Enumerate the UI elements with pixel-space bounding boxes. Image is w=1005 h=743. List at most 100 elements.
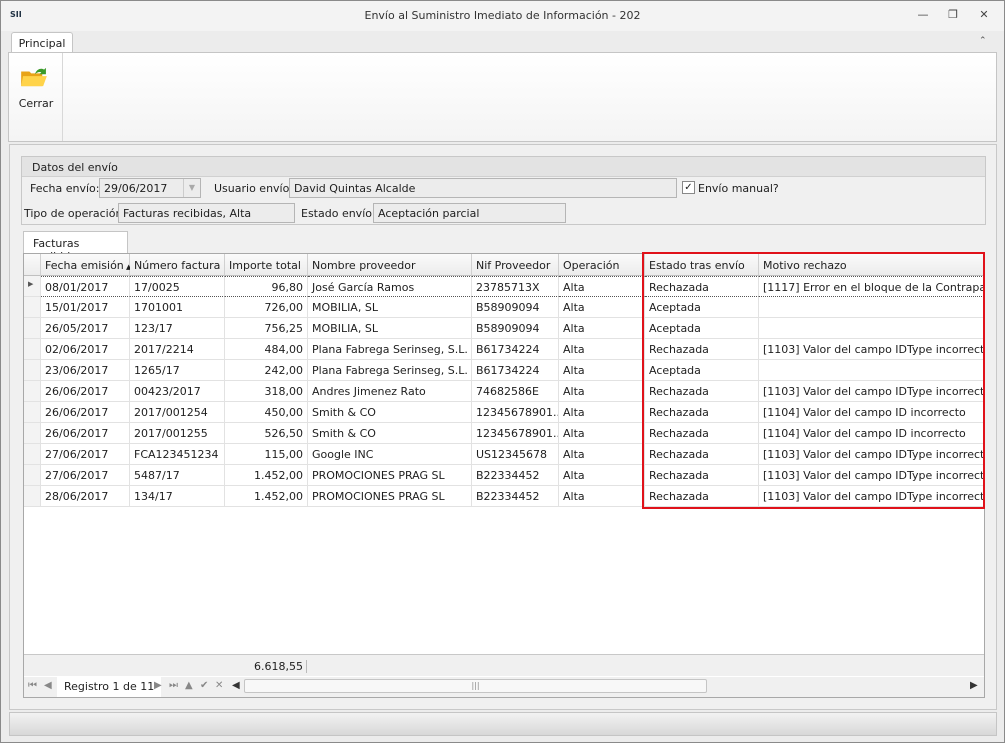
- row-indicator[interactable]: [24, 318, 41, 339]
- cerrar-button[interactable]: Cerrar: [9, 53, 63, 141]
- table-cell[interactable]: 00423/2017: [130, 381, 225, 402]
- table-cell[interactable]: 26/06/2017: [41, 381, 130, 402]
- dropdown-icon[interactable]: ▼: [183, 179, 200, 197]
- scroll-right-button[interactable]: ▶: [970, 680, 978, 691]
- table-cell[interactable]: 27/06/2017: [41, 444, 130, 465]
- row-indicator[interactable]: [24, 381, 41, 402]
- table-cell[interactable]: 2017/2214: [130, 339, 225, 360]
- table-cell[interactable]: 15/01/2017: [41, 297, 130, 318]
- table-cell[interactable]: Plana Fabrega Serinseg, S.L.: [308, 339, 472, 360]
- envio-manual-checkbox[interactable]: ✓: [682, 181, 695, 194]
- close-button[interactable]: ✕: [976, 8, 992, 22]
- collapse-ribbon-icon[interactable]: ⌃: [979, 36, 987, 46]
- scroll-left-button[interactable]: ◀: [232, 680, 240, 691]
- row-indicator[interactable]: ▶: [24, 276, 41, 297]
- table-cell[interactable]: Alta: [559, 444, 645, 465]
- tab-facturas-recibidas[interactable]: Facturas recibidas: [23, 231, 128, 263]
- table-cell[interactable]: 123/17: [130, 318, 225, 339]
- table-cell[interactable]: 17/0025: [130, 276, 225, 297]
- table-cell[interactable]: B61734224: [472, 339, 559, 360]
- row-indicator[interactable]: [24, 402, 41, 423]
- tab-principal[interactable]: Principal: [11, 32, 73, 53]
- table-cell[interactable]: 526,50: [225, 423, 308, 444]
- table-cell[interactable]: 1.452,00: [225, 465, 308, 486]
- usuario-envio-field[interactable]: David Quintas Alcalde: [289, 178, 677, 198]
- table-cell[interactable]: 1701001: [130, 297, 225, 318]
- table-cell[interactable]: Alta: [559, 423, 645, 444]
- estado-envio-field[interactable]: Aceptación parcial: [373, 203, 566, 223]
- table-cell[interactable]: 115,00: [225, 444, 308, 465]
- accept-button[interactable]: ✔: [200, 680, 208, 691]
- table-cell[interactable]: B22334452: [472, 465, 559, 486]
- table-cell[interactable]: 134/17: [130, 486, 225, 507]
- minimize-button[interactable]: —: [915, 8, 931, 22]
- table-cell[interactable]: 26/06/2017: [41, 402, 130, 423]
- table-cell[interactable]: 450,00: [225, 402, 308, 423]
- table-cell[interactable]: FCA123451234: [130, 444, 225, 465]
- column-header[interactable]: Operación: [559, 254, 645, 276]
- table-cell[interactable]: Alta: [559, 318, 645, 339]
- table-cell[interactable]: 1.452,00: [225, 486, 308, 507]
- row-indicator[interactable]: [24, 360, 41, 381]
- table-cell[interactable]: Smith & CO: [308, 402, 472, 423]
- table-cell[interactable]: Alta: [559, 360, 645, 381]
- table-cell[interactable]: Alta: [559, 339, 645, 360]
- table-cell[interactable]: US12345678: [472, 444, 559, 465]
- table-cell[interactable]: Alta: [559, 465, 645, 486]
- table-cell[interactable]: PROMOCIONES PRAG SL: [308, 465, 472, 486]
- table-cell[interactable]: José García Ramos: [308, 276, 472, 297]
- table-cell[interactable]: 1265/17: [130, 360, 225, 381]
- table-cell[interactable]: 726,00: [225, 297, 308, 318]
- table-cell[interactable]: 02/06/2017: [41, 339, 130, 360]
- table-cell[interactable]: 12345678901...: [472, 402, 559, 423]
- table-cell[interactable]: Smith & CO: [308, 423, 472, 444]
- row-indicator[interactable]: [24, 465, 41, 486]
- fecha-envio-field[interactable]: 29/06/2017 ▼: [99, 178, 201, 198]
- tipo-operacion-field[interactable]: Facturas recibidas, Alta: [118, 203, 295, 223]
- column-header[interactable]: Nif Proveedor: [472, 254, 559, 276]
- column-header[interactable]: Importe total: [225, 254, 308, 276]
- table-cell[interactable]: 08/01/2017: [41, 276, 130, 297]
- table-cell[interactable]: 26/05/2017: [41, 318, 130, 339]
- table-cell[interactable]: PROMOCIONES PRAG SL: [308, 486, 472, 507]
- table-cell[interactable]: B61734224: [472, 360, 559, 381]
- row-indicator[interactable]: [24, 423, 41, 444]
- table-cell[interactable]: 318,00: [225, 381, 308, 402]
- column-header[interactable]: Nombre proveedor: [308, 254, 472, 276]
- table-cell[interactable]: B58909094: [472, 318, 559, 339]
- prev-record-button[interactable]: ◀: [44, 680, 52, 691]
- table-cell[interactable]: Alta: [559, 402, 645, 423]
- table-cell[interactable]: Andres Jimenez Rato: [308, 381, 472, 402]
- last-record-button[interactable]: ⏭: [169, 680, 178, 691]
- table-cell[interactable]: 27/06/2017: [41, 465, 130, 486]
- table-cell[interactable]: B22334452: [472, 486, 559, 507]
- column-header[interactable]: Número factura: [130, 254, 225, 276]
- table-cell[interactable]: 12345678901...: [472, 423, 559, 444]
- table-cell[interactable]: 242,00: [225, 360, 308, 381]
- row-indicator[interactable]: [24, 444, 41, 465]
- table-cell[interactable]: Plana Fabrega Serinseg, S.L.: [308, 360, 472, 381]
- row-indicator[interactable]: [24, 297, 41, 318]
- restore-button[interactable]: ❐: [945, 8, 961, 22]
- table-cell[interactable]: MOBILIA, SL: [308, 318, 472, 339]
- table-cell[interactable]: Alta: [559, 486, 645, 507]
- cancel-edit-button[interactable]: ✕: [215, 680, 223, 691]
- move-up-button[interactable]: ▲: [185, 680, 193, 691]
- table-cell[interactable]: 2017/001254: [130, 402, 225, 423]
- table-cell[interactable]: 5487/17: [130, 465, 225, 486]
- table-cell[interactable]: 2017/001255: [130, 423, 225, 444]
- table-cell[interactable]: 756,25: [225, 318, 308, 339]
- table-cell[interactable]: 26/06/2017: [41, 423, 130, 444]
- column-header[interactable]: Fecha emisión ▲: [41, 254, 131, 276]
- table-cell[interactable]: Alta: [559, 381, 645, 402]
- table-cell[interactable]: Alta: [559, 276, 645, 297]
- table-cell[interactable]: B58909094: [472, 297, 559, 318]
- table-cell[interactable]: 96,80: [225, 276, 308, 297]
- table-cell[interactable]: Alta: [559, 297, 645, 318]
- horizontal-scrollbar[interactable]: |||: [244, 679, 707, 693]
- table-cell[interactable]: MOBILIA, SL: [308, 297, 472, 318]
- table-cell[interactable]: 23785713X: [472, 276, 559, 297]
- row-indicator[interactable]: [24, 486, 41, 507]
- table-cell[interactable]: 23/06/2017: [41, 360, 130, 381]
- table-cell[interactable]: 74682586E: [472, 381, 559, 402]
